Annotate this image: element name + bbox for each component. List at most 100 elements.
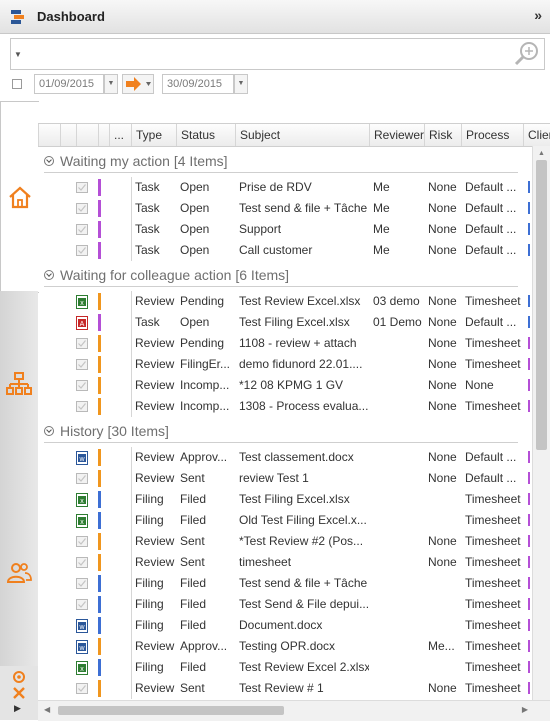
scroll-right-icon[interactable]: ▶ bbox=[522, 705, 528, 714]
home-icon bbox=[9, 186, 31, 209]
table-row[interactable]: w Review Approv... Test classement.docx None… bbox=[38, 447, 550, 468]
cell-risk bbox=[428, 489, 461, 510]
date-from-dropdown-icon[interactable]: ▼ bbox=[104, 74, 118, 94]
status-stripe bbox=[98, 533, 101, 550]
table-row[interactable]: Filing Filed Test send & file + Tâche Times… bbox=[38, 573, 550, 594]
status-stripe bbox=[98, 221, 101, 238]
date-from-field[interactable]: 01/09/2015 bbox=[34, 74, 104, 94]
cell-type: Review bbox=[135, 357, 175, 371]
table-row[interactable]: Review Incomp... 1308 - Process evalua... N… bbox=[38, 396, 550, 417]
header-blank-cell[interactable] bbox=[60, 124, 76, 146]
table-row[interactable]: w Review Approv... Testing OPR.docx Me... Tim… bbox=[38, 636, 550, 657]
collapse-group-icon[interactable] bbox=[44, 156, 54, 166]
checkbox-icon[interactable] bbox=[76, 473, 88, 484]
expand-arrow-icon[interactable]: ▶ bbox=[14, 703, 21, 714]
vertical-scrollbar[interactable]: ▲ bbox=[532, 146, 550, 721]
table-row[interactable]: Review Incomp... *12 08 KPMG 1 GV None None bbox=[38, 375, 550, 396]
cell-risk: None bbox=[428, 201, 457, 215]
column-header-process[interactable]: Process bbox=[461, 124, 523, 146]
date-to-field[interactable]: 30/09/2015 bbox=[162, 74, 234, 94]
cell-type: Task bbox=[135, 243, 160, 257]
group-header[interactable]: History [30 Items] bbox=[38, 421, 518, 443]
table-row[interactable]: Task Open Test send & file + Tâche Me None De… bbox=[38, 198, 550, 219]
column-header-type[interactable]: Type bbox=[131, 124, 176, 146]
checkbox-icon[interactable] bbox=[76, 380, 88, 391]
cell-process: Timesheet bbox=[465, 399, 521, 413]
date-to-dropdown-icon[interactable]: ▼ bbox=[234, 74, 248, 94]
checkbox-icon[interactable] bbox=[76, 182, 88, 193]
header-blank-cell[interactable] bbox=[76, 124, 98, 146]
cell-type: Review bbox=[135, 471, 175, 485]
magnifier-plus-icon[interactable] bbox=[512, 40, 542, 68]
checkbox-icon[interactable] bbox=[76, 578, 88, 589]
checkbox-icon[interactable] bbox=[76, 338, 88, 349]
header-blank-cell[interactable] bbox=[38, 124, 60, 146]
cell-risk: None bbox=[428, 315, 457, 329]
collapse-group-icon[interactable] bbox=[44, 270, 54, 280]
column-header-reviewer[interactable]: Reviewer bbox=[369, 124, 424, 146]
tab-home[interactable] bbox=[0, 101, 39, 293]
table-row[interactable]: x Filing Filed Old Test Filing Excel.x... Ti… bbox=[38, 510, 550, 531]
table-row[interactable]: x Filing Filed Test Review Excel 2.xlsx Time… bbox=[38, 657, 550, 678]
table-row[interactable]: Review Sent review Test 1 None Default ... bbox=[38, 468, 550, 489]
cell-process: Timesheet bbox=[465, 492, 521, 506]
table-row[interactable]: Review FilingEr... demo fidunord 22.01....… bbox=[38, 354, 550, 375]
checkbox-icon[interactable] bbox=[76, 599, 88, 610]
cell-status: Open bbox=[180, 222, 210, 236]
vertical-scroll-thumb[interactable] bbox=[536, 160, 547, 450]
tab-organization[interactable] bbox=[0, 291, 38, 480]
date-filter-checkbox[interactable] bbox=[12, 79, 22, 89]
horizontal-scrollbar[interactable]: ◀ ▶ bbox=[38, 700, 550, 721]
scroll-up-icon[interactable]: ▲ bbox=[538, 150, 545, 157]
settings-icon[interactable] bbox=[12, 670, 26, 684]
column-header-more[interactable]: ... bbox=[109, 124, 131, 146]
date-shift-button[interactable] bbox=[122, 74, 154, 94]
word-file-icon: w bbox=[76, 619, 88, 633]
type-column-divider bbox=[131, 291, 132, 417]
collapse-group-icon[interactable] bbox=[44, 426, 54, 436]
cell-process: Timesheet bbox=[465, 513, 521, 527]
table-row[interactable]: Review Sent timesheet None Timesheet bbox=[38, 552, 550, 573]
table-row[interactable]: Review Pending 1108 - review + attach None T… bbox=[38, 333, 550, 354]
scroll-left-icon[interactable]: ◀ bbox=[44, 705, 50, 714]
close-icon[interactable] bbox=[12, 686, 26, 700]
search-input[interactable] bbox=[25, 42, 509, 68]
pdf-file-icon: A bbox=[76, 316, 88, 330]
cell-risk bbox=[428, 510, 461, 531]
horizontal-scroll-thumb[interactable] bbox=[58, 706, 284, 715]
table-row[interactable]: Filing Filed Test Send & File depui... Time… bbox=[38, 594, 550, 615]
checkbox-icon[interactable] bbox=[76, 683, 88, 694]
group-header[interactable]: Waiting my action [4 Items] bbox=[38, 151, 518, 173]
table-row[interactable]: Task Open Call customer Me None Default ... bbox=[38, 240, 550, 261]
cell-subject: Test Review Excel.xlsx bbox=[239, 294, 361, 308]
column-header-subject[interactable]: Subject bbox=[235, 124, 369, 146]
column-header-status[interactable]: Status bbox=[176, 124, 235, 146]
table-row[interactable]: Review Sent *Test Review #2 (Pos... None Tim… bbox=[38, 531, 550, 552]
checkbox-icon[interactable] bbox=[76, 401, 88, 412]
checkbox-icon[interactable] bbox=[76, 203, 88, 214]
table-row[interactable]: w Filing Filed Document.docx Timesheet bbox=[38, 615, 550, 636]
checkbox-icon[interactable] bbox=[76, 245, 88, 256]
checkbox-icon[interactable] bbox=[76, 224, 88, 235]
column-header-clien[interactable]: Clien bbox=[523, 124, 550, 146]
group-header[interactable]: Waiting for colleague action [6 Items] bbox=[38, 265, 518, 287]
client-marker bbox=[528, 181, 530, 193]
header-blank-cell[interactable] bbox=[98, 124, 109, 146]
table-row[interactable]: Task Open Support Me None Default ... bbox=[38, 219, 550, 240]
table-row[interactable]: x Review Pending Test Review Excel.xlsx 03 d… bbox=[38, 291, 550, 312]
collapse-panel-button[interactable]: » bbox=[534, 7, 542, 23]
table-row[interactable]: x Filing Filed Test Filing Excel.xlsx Timesh… bbox=[38, 489, 550, 510]
svg-text:x: x bbox=[80, 300, 84, 307]
cell-status: Incomp... bbox=[180, 399, 230, 413]
checkbox-icon[interactable] bbox=[76, 359, 88, 370]
checkbox-icon[interactable] bbox=[76, 536, 88, 547]
cell-status: Filed bbox=[180, 513, 207, 527]
tab-contacts[interactable] bbox=[0, 479, 38, 667]
table-row[interactable]: Review Sent Test Review # 1 None Timesheet bbox=[38, 678, 550, 699]
table-row[interactable]: A Task Open Test Filing Excel.xlsx 01 Demo No… bbox=[38, 312, 550, 333]
search-dropdown-arrow-icon[interactable]: ▼ bbox=[14, 50, 22, 59]
cell-process: Timesheet bbox=[465, 357, 521, 371]
checkbox-icon[interactable] bbox=[76, 557, 88, 568]
column-header-risk[interactable]: Risk bbox=[424, 124, 461, 146]
table-row[interactable]: Task Open Prise de RDV Me None Default ... bbox=[38, 177, 550, 198]
